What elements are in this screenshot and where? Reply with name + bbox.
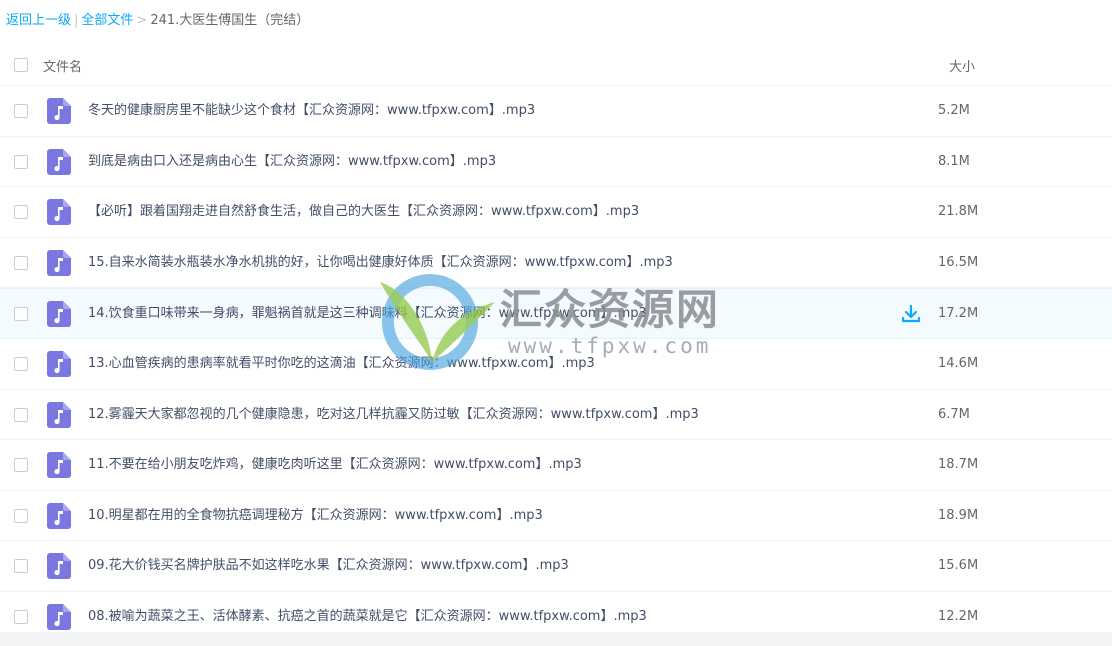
file-list: 冬天的健康厨房里不能缺少这个食材【汇众资源网：www.tfpxw.com】.mp… <box>0 86 1112 643</box>
column-header-size[interactable]: 大小 <box>949 56 975 75</box>
file-name[interactable]: 15.自来水简装水瓶装水净水机挑的好，让你喝出健康好体质【汇众资源网：www.t… <box>88 254 673 272</box>
file-checkbox[interactable] <box>14 508 28 523</box>
breadcrumb-arrow: > <box>136 13 148 28</box>
download-icon[interactable] <box>901 304 921 324</box>
file-checkbox[interactable] <box>14 154 28 169</box>
music-file-icon <box>47 350 71 377</box>
file-name[interactable]: 11.不要在给小朋友吃炸鸡，健康吃肉听这里【汇众资源网：www.tfpxw.co… <box>88 456 582 474</box>
file-row[interactable]: 到底是病由口入还是病由心生【汇众资源网：www.tfpxw.com】.mp3 8.… <box>0 137 1112 188</box>
file-size: 12.2M <box>938 608 979 624</box>
music-file-icon <box>47 249 71 276</box>
file-row[interactable]: 15.自来水简装水瓶装水净水机挑的好，让你喝出健康好体质【汇众资源网：www.t… <box>0 238 1112 289</box>
file-checkbox[interactable] <box>14 356 28 371</box>
file-checkbox[interactable] <box>14 307 28 322</box>
file-size: 5.2M <box>938 103 970 118</box>
file-size: 16.5M <box>938 254 979 270</box>
file-size: 14.6M <box>938 355 979 371</box>
file-row[interactable]: 【必听】跟着国翔走进自然舒食生活，做自己的大医生【汇众资源网：www.tfpxw… <box>0 187 1112 238</box>
music-file-icon <box>47 199 71 226</box>
file-size: 18.7M <box>938 457 979 473</box>
file-name[interactable]: 10.明星都在用的全食物抗癌调理秘方【汇众资源网：www.tfpxw.com】.… <box>88 507 543 525</box>
back-link[interactable]: 返回上一级 <box>6 13 71 28</box>
file-name[interactable]: 09.花大价钱买名牌护肤品不如这样吃水果【汇众资源网：www.tfpxw.com… <box>88 557 569 575</box>
breadcrumb: 返回上一级 | 全部文件 >241.大医生傅国生（完结） <box>6 12 309 30</box>
file-row[interactable]: 13.心血管疾病的患病率就看平时你吃的这滴油【汇众资源网：www.tfpxw.c… <box>0 339 1112 390</box>
file-size: 18.9M <box>938 507 979 523</box>
current-folder: 241.大医生傅国生（完结） <box>150 13 310 28</box>
file-checkbox[interactable] <box>14 255 28 270</box>
all-files-link[interactable]: 全部文件 <box>81 13 133 28</box>
music-file-icon <box>47 603 71 630</box>
file-checkbox[interactable] <box>14 559 28 574</box>
file-name[interactable]: 14.饮食重口味带来一身病，罪魁祸首就是这三种调味料【汇众资源网：www.tfp… <box>88 305 647 323</box>
file-name[interactable]: 到底是病由口入还是病由心生【汇众资源网：www.tfpxw.com】.mp3 <box>88 153 496 171</box>
file-size: 21.8M <box>938 204 979 220</box>
music-file-icon <box>47 401 71 428</box>
file-checkbox[interactable] <box>14 609 28 624</box>
column-header-name[interactable]: 文件名 <box>43 56 82 75</box>
file-checkbox[interactable] <box>14 407 28 422</box>
music-file-icon <box>47 553 71 580</box>
music-file-icon <box>47 148 71 175</box>
breadcrumb-separator: | <box>74 13 79 28</box>
file-size: 8.1M <box>938 153 970 169</box>
file-name[interactable]: 12.雾霾天大家都忽视的几个健康隐患，吃对这几样抗霾又防过敏【汇众资源网：www… <box>88 406 699 424</box>
music-file-icon <box>47 98 71 124</box>
file-size: 6.7M <box>938 406 970 422</box>
file-row[interactable]: 10.明星都在用的全食物抗癌调理秘方【汇众资源网：www.tfpxw.com】.… <box>0 491 1112 542</box>
file-row[interactable]: 冬天的健康厨房里不能缺少这个食材【汇众资源网：www.tfpxw.com】.mp… <box>0 86 1112 137</box>
file-list-header: 文件名 大小 <box>0 40 1112 86</box>
music-file-icon <box>47 502 71 529</box>
file-size: 15.6M <box>938 558 979 574</box>
file-row[interactable]: 09.花大价钱买名牌护肤品不如这样吃水果【汇众资源网：www.tfpxw.com… <box>0 541 1112 592</box>
music-file-icon <box>47 301 71 328</box>
file-checkbox[interactable] <box>14 205 28 220</box>
file-name[interactable]: 13.心血管疾病的患病率就看平时你吃的这滴油【汇众资源网：www.tfpxw.c… <box>88 355 595 373</box>
file-checkbox[interactable] <box>14 104 28 118</box>
select-all-checkbox[interactable] <box>14 58 28 72</box>
bottom-bar <box>0 632 1112 646</box>
file-name[interactable]: 【必听】跟着国翔走进自然舒食生活，做自己的大医生【汇众资源网：www.tfpxw… <box>88 203 639 221</box>
file-row[interactable]: 12.雾霾天大家都忽视的几个健康隐患，吃对这几样抗霾又防过敏【汇众资源网：www… <box>0 390 1112 441</box>
file-row[interactable]: 14.饮食重口味带来一身病，罪魁祸首就是这三种调味料【汇众资源网：www.tfp… <box>0 288 1112 339</box>
file-size: 17.2M <box>938 306 979 322</box>
music-file-icon <box>47 452 71 479</box>
file-name[interactable]: 08.被喻为蔬菜之王、活体酵素、抗癌之首的蔬菜就是它【汇众资源网：www.tfp… <box>88 608 647 626</box>
file-row[interactable]: 11.不要在给小朋友吃炸鸡，健康吃肉听这里【汇众资源网：www.tfpxw.co… <box>0 440 1112 491</box>
file-name[interactable]: 冬天的健康厨房里不能缺少这个食材【汇众资源网：www.tfpxw.com】.mp… <box>88 102 535 120</box>
file-checkbox[interactable] <box>14 458 28 473</box>
